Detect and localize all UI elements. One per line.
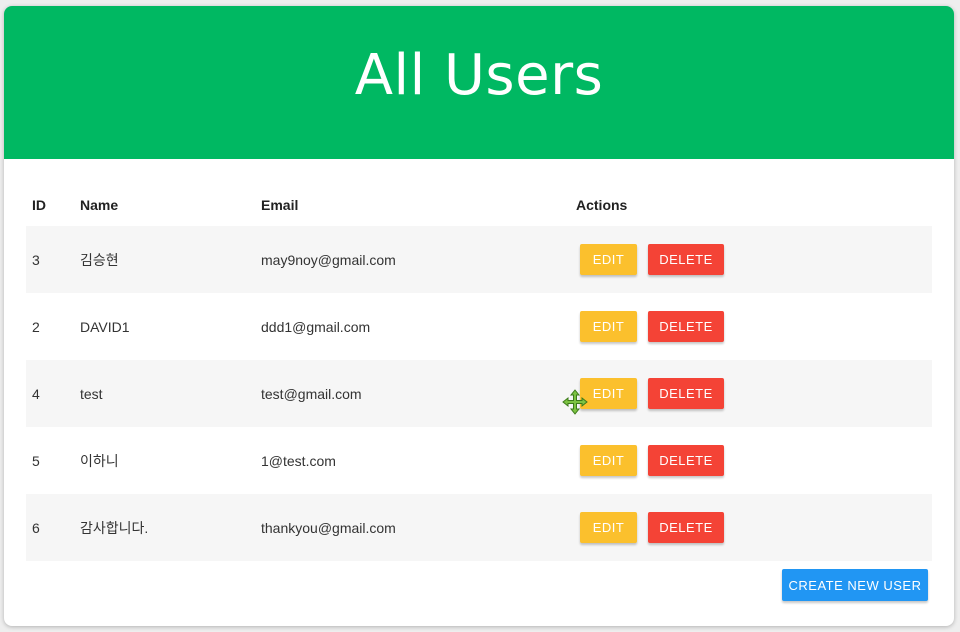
edit-button[interactable]: EDIT	[580, 378, 637, 409]
table-row: 2 DAVID1 ddd1@gmail.com EDIT DELETE	[26, 293, 932, 360]
cell-email: thankyou@gmail.com	[261, 519, 396, 536]
cell-id: 6	[32, 519, 40, 536]
cell-name: 감사합니다.	[80, 519, 149, 536]
cell-email: test@gmail.com	[261, 385, 362, 402]
cell-id: 3	[32, 251, 40, 268]
cell-email: ddd1@gmail.com	[261, 318, 371, 335]
table-header: ID Name Email Actions	[26, 184, 932, 226]
edit-button[interactable]: EDIT	[580, 244, 637, 275]
header-id: ID	[32, 197, 46, 213]
header-name: Name	[80, 197, 119, 213]
move-cursor-icon	[562, 389, 588, 415]
cell-name: DAVID1	[80, 318, 130, 335]
delete-button[interactable]: DELETE	[648, 512, 724, 543]
cell-email: may9noy@gmail.com	[261, 251, 396, 268]
cell-name: 김승현	[80, 251, 119, 268]
delete-button[interactable]: DELETE	[648, 311, 724, 342]
page-title: All Users	[354, 43, 604, 108]
header-actions: Actions	[576, 197, 628, 213]
edit-button[interactable]: EDIT	[580, 311, 637, 342]
users-card: All Users ID Name Email Actions 3 김승현 ma…	[4, 6, 954, 626]
cell-id: 2	[32, 318, 40, 335]
edit-button[interactable]: EDIT	[580, 445, 637, 476]
table-row: 5 이하니 1@test.com EDIT DELETE	[26, 427, 932, 494]
page-header: All Users	[4, 6, 954, 159]
table-row: 4 test test@gmail.com EDIT DELETE	[26, 360, 932, 427]
table-row: 6 감사합니다. thankyou@gmail.com EDIT DELETE	[26, 494, 932, 561]
cell-name: 이하니	[80, 452, 119, 469]
delete-button[interactable]: DELETE	[648, 244, 724, 275]
cell-id: 4	[32, 385, 40, 402]
header-email: Email	[261, 197, 299, 213]
edit-button[interactable]: EDIT	[580, 512, 637, 543]
create-new-user-button[interactable]: CREATE NEW USER	[782, 569, 928, 601]
cell-name: test	[80, 385, 103, 402]
delete-button[interactable]: DELETE	[648, 378, 724, 409]
table-row: 3 김승현 may9noy@gmail.com EDIT DELETE	[26, 226, 932, 293]
users-table: ID Name Email Actions 3 김승현 may9noy@gmai…	[26, 184, 932, 561]
delete-button[interactable]: DELETE	[648, 445, 724, 476]
cell-email: 1@test.com	[261, 452, 336, 469]
cell-id: 5	[32, 452, 40, 469]
